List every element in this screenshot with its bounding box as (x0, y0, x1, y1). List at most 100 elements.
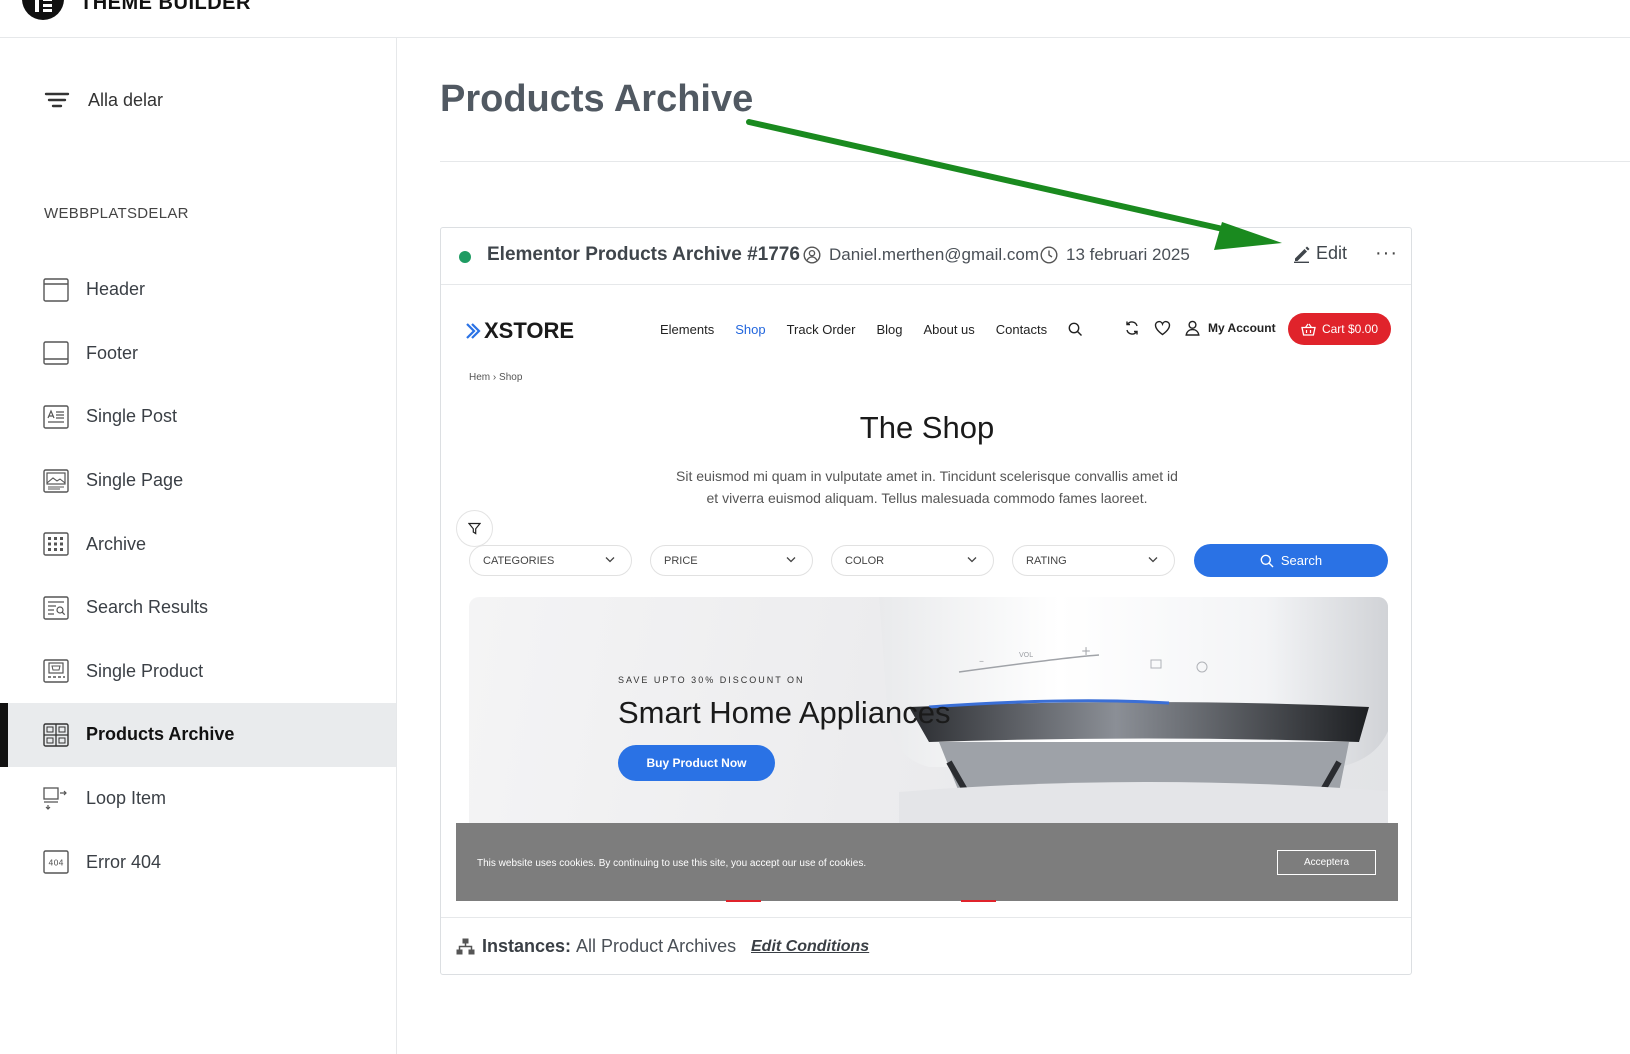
breadcrumb: Hem › Shop (469, 372, 522, 383)
header-icon (43, 278, 69, 302)
template-preview[interactable]: XSTORE Elements Shop Track Order Blog Ab… (456, 286, 1398, 916)
shop-description-line: Sit euismod mi quam in vulputate amet in… (676, 468, 1178, 484)
store-nav-shop[interactable]: Shop (735, 322, 765, 337)
date-meta: 13 februari 2025 (1040, 245, 1190, 265)
store-nav-contacts[interactable]: Contacts (996, 322, 1047, 337)
instances-value: All Product Archives (576, 936, 737, 956)
store-header-icons: My Account (1124, 320, 1276, 336)
instances-label: Instances: (482, 936, 572, 956)
cookie-accept-button[interactable]: Acceptera (1277, 850, 1376, 875)
store-nav-about[interactable]: About us (923, 322, 974, 337)
sidebar-nav: Header Footer Single Post Single Page Ar… (0, 258, 396, 894)
banner-kicker: SAVE UPTO 30% DISCOUNT ON (618, 675, 805, 685)
chevrons-logo-icon (466, 323, 481, 339)
author-email: Daniel.merthen@gmail.com (829, 245, 1040, 264)
appliance-label: – (979, 656, 984, 667)
sidebar-item-single-product[interactable]: Single Product (0, 640, 396, 704)
price-filter[interactable]: PRICE (650, 545, 813, 576)
search-icon (1260, 554, 1274, 567)
categories-filter[interactable]: CATEGORIES (469, 545, 632, 576)
store-nav-elements[interactable]: Elements (660, 322, 714, 337)
filter-label: PRICE (664, 554, 698, 567)
sale-badge-edge (961, 900, 996, 902)
sidebar-item-label: Archive (86, 533, 147, 554)
filter-label: CATEGORIES (483, 554, 555, 567)
filter-label: RATING (1026, 554, 1067, 567)
cart-button[interactable]: Cart $0.00 (1288, 313, 1391, 345)
template-name: Elementor Products Archive #1776 (487, 244, 800, 265)
basket-icon (1301, 323, 1316, 336)
archive-icon (43, 532, 69, 556)
elementor-logo-icon[interactable] (22, 0, 64, 20)
more-options-button[interactable]: ··· (1375, 242, 1398, 265)
sidebar-item-products-archive[interactable]: Products Archive (0, 703, 396, 767)
chevron-down-icon (605, 557, 615, 563)
svg-text:404: 404 (48, 859, 63, 868)
sidebar-item-header[interactable]: Header (0, 258, 396, 322)
single-product-icon (43, 659, 69, 684)
appliance-label: VOL (1019, 651, 1033, 659)
edit-conditions-link[interactable]: Edit Conditions (751, 938, 869, 956)
shop-title: The Shop (859, 410, 995, 445)
card-header: Elementor Products Archive #1776 Daniel.… (441, 228, 1411, 285)
sidebar-item-search-results[interactable]: Search Results (0, 576, 396, 640)
breadcrumb-shop: Shop (499, 372, 523, 383)
filter-toggle-button[interactable] (456, 510, 493, 547)
footer-icon (43, 341, 69, 366)
my-account-link[interactable]: My Account (1185, 320, 1276, 336)
color-filter[interactable]: COLOR (831, 545, 994, 576)
cookie-banner: This website uses cookies. By continuing… (456, 823, 1398, 901)
chevron-down-icon (967, 557, 977, 563)
search-button[interactable]: Search (1194, 544, 1388, 577)
filter-lines-icon (44, 92, 70, 108)
top-bar: THEME BUILDER (0, 0, 1630, 38)
shop-description-line: et viverra euismod aliquam. Tellus males… (706, 490, 1148, 506)
sidebar-item-single-post[interactable]: Single Post (0, 385, 396, 449)
my-account-label: My Account (1208, 321, 1276, 335)
store-nav-track-order[interactable]: Track Order (787, 322, 856, 337)
compare-icon[interactable] (1124, 320, 1140, 336)
error-404-icon: 404 (43, 850, 69, 874)
cart-label: Cart $0.00 (1321, 322, 1379, 336)
section-label: WEBBPLATSDELAR (44, 205, 189, 222)
all-parts-link[interactable]: Alla delar (44, 86, 163, 114)
buy-product-button[interactable]: Buy Product Now (618, 745, 775, 781)
title-divider (440, 161, 1630, 162)
sidebar-item-loop-item[interactable]: Loop Item (0, 767, 396, 831)
template-date: 13 februari 2025 (1066, 245, 1190, 264)
sidebar-item-label: Single Product (86, 660, 204, 681)
chevron-down-icon (1148, 557, 1158, 563)
appliance-label: + (1081, 644, 1091, 658)
card-footer: Instances: All Product Archives Edit Con… (441, 917, 1411, 975)
app-title: THEME BUILDER (80, 0, 251, 14)
search-results-icon (43, 596, 69, 620)
breadcrumb-home[interactable]: Hem (469, 372, 490, 383)
rating-filter[interactable]: RATING (1012, 545, 1175, 576)
sidebar-item-label: Footer (86, 342, 139, 363)
promo-banner: – VOL + SAVE UPTO 30% DISCOUNT ON Smart … (469, 597, 1388, 832)
edit-label: Edit (1316, 243, 1348, 263)
edit-button[interactable]: Edit (1293, 243, 1347, 264)
sidebar: Alla delar WEBBPLATSDELAR Header Footer … (0, 38, 397, 1054)
template-card: Elementor Products Archive #1776 Daniel.… (440, 227, 1412, 975)
funnel-icon (468, 522, 481, 535)
sale-badge-edge (726, 900, 761, 902)
search-icon[interactable] (1068, 322, 1083, 337)
sidebar-item-archive[interactable]: Archive (0, 512, 396, 576)
sidebar-item-error-404[interactable]: 404 Error 404 (0, 830, 396, 894)
store-nav-blog[interactable]: Blog (876, 322, 902, 337)
all-parts-label: Alla delar (88, 89, 164, 110)
instances-info: Instances: All Product Archives (456, 936, 736, 957)
sidebar-item-single-page[interactable]: Single Page (0, 449, 396, 513)
single-page-icon (43, 468, 69, 493)
products-archive-icon (43, 723, 69, 747)
breadcrumb-sep: › (492, 372, 497, 383)
sidebar-item-footer[interactable]: Footer (0, 322, 396, 386)
clock-icon (1040, 246, 1058, 264)
page-title: Products Archive (440, 78, 754, 120)
chevron-down-icon (786, 557, 796, 563)
heart-icon[interactable] (1154, 320, 1171, 336)
pencil-icon (1294, 246, 1310, 263)
store-logo-text: XSTORE (484, 318, 575, 343)
loop-item-icon (43, 786, 67, 810)
